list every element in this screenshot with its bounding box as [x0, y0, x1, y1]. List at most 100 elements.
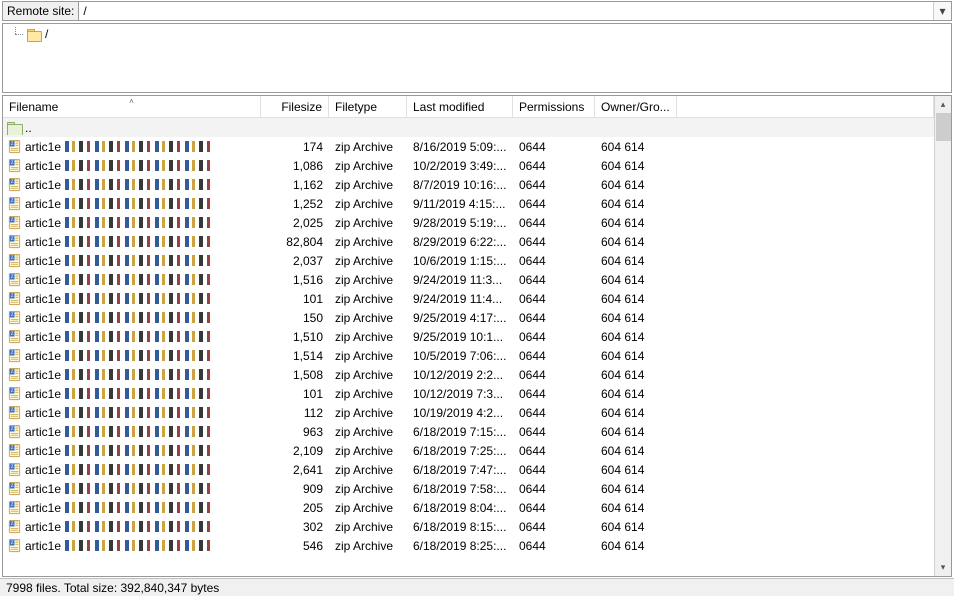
- file-permissions: 0644: [513, 387, 595, 401]
- file-row[interactable]: artic1e101zip Archive9/24/2019 11:4...06…: [3, 289, 934, 308]
- file-row[interactable]: artic1e1,252zip Archive9/11/2019 4:15:..…: [3, 194, 934, 213]
- file-name: artic1e: [25, 140, 61, 154]
- file-name: artic1e: [25, 216, 61, 230]
- file-owner: 604 614: [595, 425, 677, 439]
- tree-root-node[interactable]: /: [9, 27, 945, 41]
- file-row[interactable]: artic1e82,804zip Archive8/29/2019 6:22:.…: [3, 232, 934, 251]
- file-row[interactable]: artic1e2,109zip Archive6/18/2019 7:25:..…: [3, 441, 934, 460]
- redacted-text: [65, 293, 215, 304]
- file-modified: 9/25/2019 10:1...: [407, 330, 513, 344]
- file-name: artic1e: [25, 368, 61, 382]
- scroll-thumb[interactable]: [936, 113, 951, 141]
- column-permissions[interactable]: Permissions: [513, 96, 595, 117]
- file-row[interactable]: artic1e174zip Archive8/16/2019 5:09:...0…: [3, 137, 934, 156]
- remote-path-input[interactable]: [78, 2, 933, 20]
- redacted-text: [65, 521, 215, 532]
- file-name: artic1e: [25, 482, 61, 496]
- file-permissions: 0644: [513, 425, 595, 439]
- file-type: zip Archive: [329, 463, 407, 477]
- vertical-scrollbar[interactable]: ▴ ▾: [934, 96, 951, 576]
- remote-directory-tree[interactable]: /: [2, 23, 952, 93]
- zip-archive-icon: [7, 519, 22, 534]
- file-size: 1,516: [261, 273, 329, 287]
- redacted-text: [65, 274, 215, 285]
- file-row[interactable]: artic1e1,516zip Archive9/24/2019 11:3...…: [3, 270, 934, 289]
- scroll-track[interactable]: [935, 113, 951, 559]
- redacted-text: [65, 388, 215, 399]
- file-name: artic1e: [25, 235, 61, 249]
- redacted-text: [65, 312, 215, 323]
- file-type: zip Archive: [329, 520, 407, 534]
- file-size: 101: [261, 387, 329, 401]
- file-row[interactable]: artic1e1,510zip Archive9/25/2019 10:1...…: [3, 327, 934, 346]
- column-filename[interactable]: Filename ˄: [3, 96, 261, 117]
- tree-node-label: /: [45, 27, 48, 41]
- file-name: artic1e: [25, 311, 61, 325]
- file-owner: 604 614: [595, 140, 677, 154]
- column-last-modified[interactable]: Last modified: [407, 96, 513, 117]
- column-filesize[interactable]: Filesize: [261, 96, 329, 117]
- file-owner: 604 614: [595, 273, 677, 287]
- file-permissions: 0644: [513, 140, 595, 154]
- file-modified: 10/19/2019 4:2...: [407, 406, 513, 420]
- redacted-text: [65, 160, 215, 171]
- zip-archive-icon: [7, 177, 22, 192]
- parent-directory-row[interactable]: ..: [3, 118, 934, 137]
- file-row[interactable]: artic1e302zip Archive6/18/2019 8:15:...0…: [3, 517, 934, 536]
- redacted-text: [65, 369, 215, 380]
- file-row[interactable]: artic1e150zip Archive9/25/2019 4:17:...0…: [3, 308, 934, 327]
- file-row[interactable]: artic1e963zip Archive6/18/2019 7:15:...0…: [3, 422, 934, 441]
- zip-archive-icon: [7, 443, 22, 458]
- file-row[interactable]: artic1e2,641zip Archive6/18/2019 7:47:..…: [3, 460, 934, 479]
- file-row[interactable]: artic1e101zip Archive10/12/2019 7:3...06…: [3, 384, 934, 403]
- file-row[interactable]: artic1e1,086zip Archive10/2/2019 3:49:..…: [3, 156, 934, 175]
- file-row[interactable]: artic1e112zip Archive10/19/2019 4:2...06…: [3, 403, 934, 422]
- file-permissions: 0644: [513, 444, 595, 458]
- file-name: artic1e: [25, 273, 61, 287]
- zip-archive-icon: [7, 367, 22, 382]
- parent-dir-label: ..: [25, 121, 32, 135]
- file-owner: 604 614: [595, 482, 677, 496]
- zip-archive-icon: [7, 538, 22, 553]
- remote-path-dropdown[interactable]: ▾: [933, 2, 951, 20]
- file-modified: 8/7/2019 10:16:...: [407, 178, 513, 192]
- file-row[interactable]: artic1e1,514zip Archive10/5/2019 7:06:..…: [3, 346, 934, 365]
- remote-file-list: Filename ˄ Filesize Filetype Last modifi…: [2, 95, 952, 577]
- file-name: artic1e: [25, 444, 61, 458]
- redacted-text: [65, 255, 215, 266]
- file-size: 112: [261, 406, 329, 420]
- redacted-text: [65, 502, 215, 513]
- file-modified: 6/18/2019 7:25:...: [407, 444, 513, 458]
- file-row[interactable]: artic1e205zip Archive6/18/2019 8:04:...0…: [3, 498, 934, 517]
- parent-folder-icon: [7, 121, 22, 135]
- file-permissions: 0644: [513, 482, 595, 496]
- file-row[interactable]: artic1e909zip Archive6/18/2019 7:58:...0…: [3, 479, 934, 498]
- zip-archive-icon: [7, 272, 22, 287]
- file-owner: 604 614: [595, 292, 677, 306]
- column-owner-group[interactable]: Owner/Gro...: [595, 96, 677, 117]
- file-type: zip Archive: [329, 216, 407, 230]
- scroll-down-button[interactable]: ▾: [935, 559, 951, 576]
- scroll-up-button[interactable]: ▴: [935, 96, 951, 113]
- file-permissions: 0644: [513, 216, 595, 230]
- file-modified: 9/24/2019 11:4...: [407, 292, 513, 306]
- file-row[interactable]: artic1e2,025zip Archive9/28/2019 5:19:..…: [3, 213, 934, 232]
- file-row[interactable]: artic1e546zip Archive6/18/2019 8:25:...0…: [3, 536, 934, 555]
- file-type: zip Archive: [329, 235, 407, 249]
- zip-archive-icon: [7, 481, 22, 496]
- file-row[interactable]: artic1e1,162zip Archive8/7/2019 10:16:..…: [3, 175, 934, 194]
- file-modified: 6/18/2019 8:15:...: [407, 520, 513, 534]
- file-type: zip Archive: [329, 368, 407, 382]
- file-name: artic1e: [25, 425, 61, 439]
- file-row[interactable]: artic1e2,037zip Archive10/6/2019 1:15:..…: [3, 251, 934, 270]
- file-size: 302: [261, 520, 329, 534]
- zip-archive-icon: [7, 253, 22, 268]
- redacted-text: [65, 464, 215, 475]
- column-filetype[interactable]: Filetype: [329, 96, 407, 117]
- file-type: zip Archive: [329, 273, 407, 287]
- file-modified: 10/12/2019 2:2...: [407, 368, 513, 382]
- file-name: artic1e: [25, 159, 61, 173]
- file-row[interactable]: artic1e1,508zip Archive10/12/2019 2:2...…: [3, 365, 934, 384]
- file-permissions: 0644: [513, 539, 595, 553]
- file-type: zip Archive: [329, 387, 407, 401]
